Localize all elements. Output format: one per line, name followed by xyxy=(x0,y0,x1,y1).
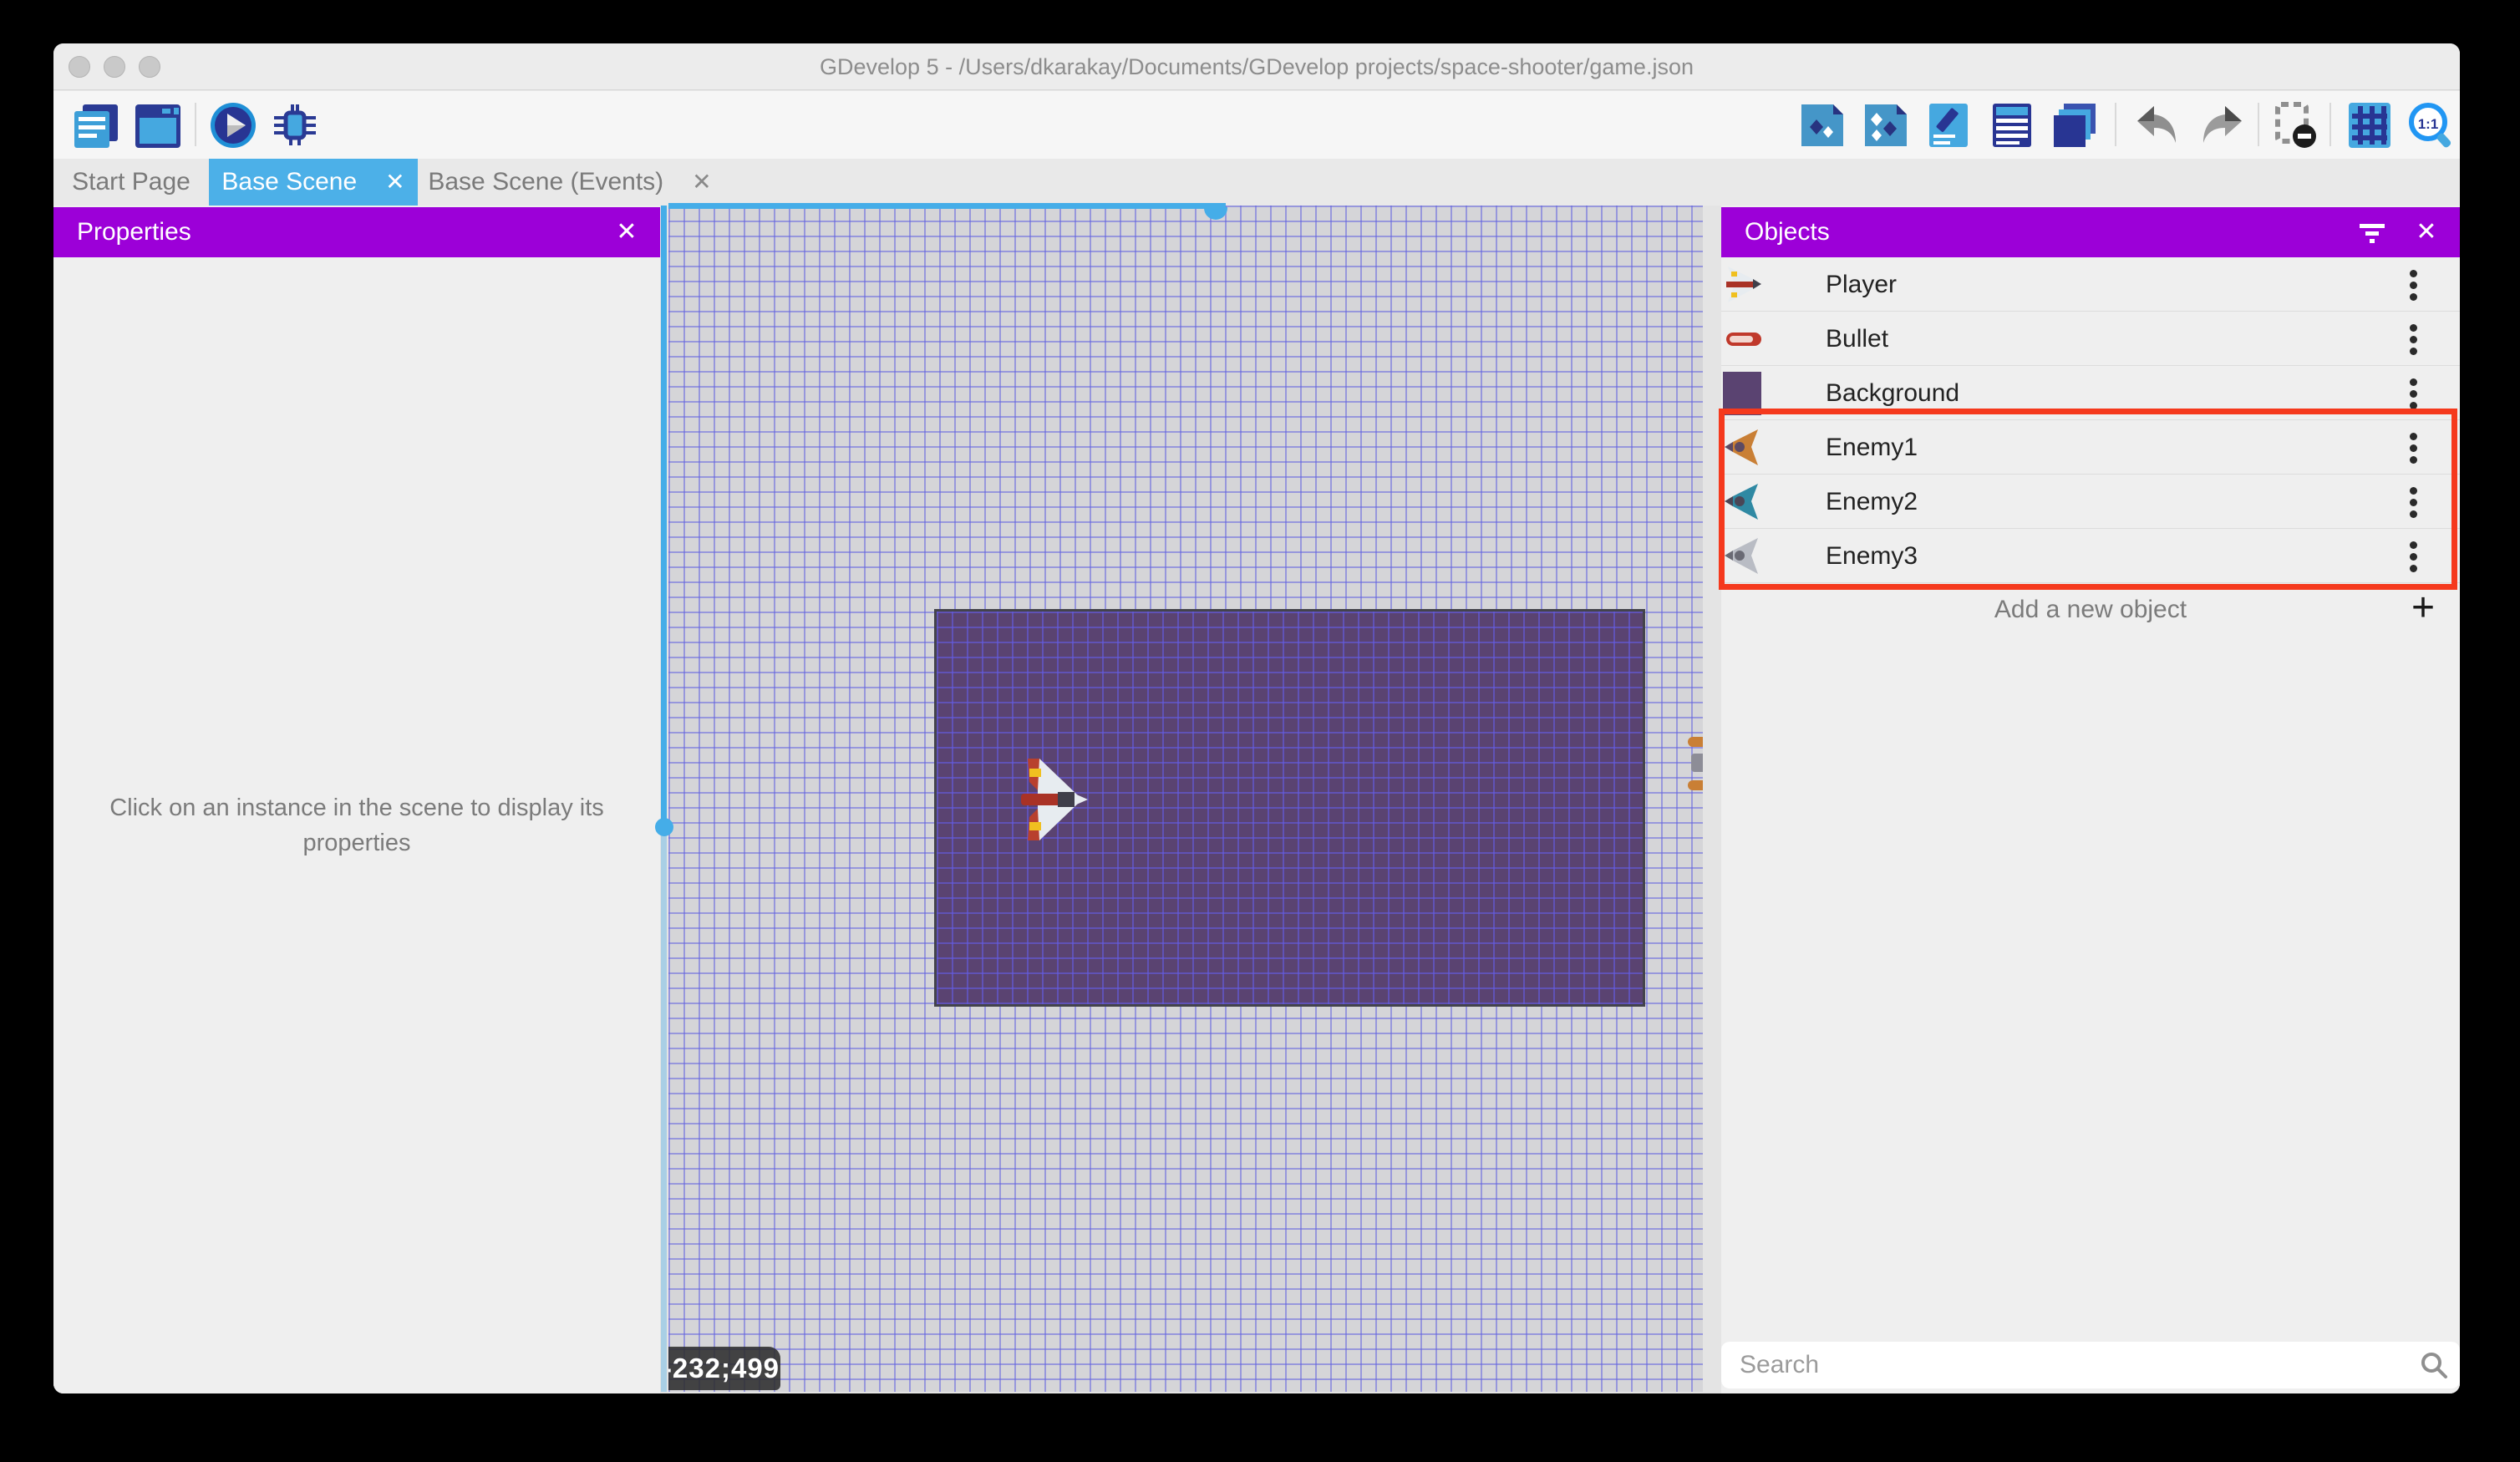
play-icon[interactable] xyxy=(207,101,259,150)
start-page-icon[interactable] xyxy=(132,101,184,150)
search-icon xyxy=(2420,1351,2448,1379)
cursor-coordinates-badge: -232;499 xyxy=(668,1347,780,1390)
panel-title: Properties xyxy=(77,218,191,246)
main-toolbar: 1:1 xyxy=(53,91,2460,159)
object-row-enemy3[interactable]: Enemy3 xyxy=(1721,529,2460,583)
close-panel-icon[interactable]: ✕ xyxy=(612,207,642,257)
enemy3-thumbnail-icon xyxy=(1723,533,1766,579)
object-row-enemy1[interactable]: Enemy1 xyxy=(1721,420,2460,475)
kebab-menu-icon[interactable] xyxy=(2396,537,2430,575)
close-tab-icon[interactable]: ✕ xyxy=(385,159,404,206)
enemy2-thumbnail-icon xyxy=(1723,479,1766,525)
window-title: GDevelop 5 - /Users/dkarakay/Documents/G… xyxy=(53,43,2460,90)
editor-tabs: Start Page Base Scene ✕ Base Scene (Event… xyxy=(53,159,2460,206)
properties-panel: Properties ✕ Click on an instance in the… xyxy=(53,206,660,1393)
objects-header: Objects ✕ xyxy=(1721,207,2460,257)
tab-base-scene-events[interactable]: Base Scene (Events) ✕ xyxy=(418,159,722,206)
object-label: Background xyxy=(1826,366,1959,420)
object-label: Enemy3 xyxy=(1826,529,1918,583)
undo-icon[interactable] xyxy=(2129,101,2187,150)
project-manager-icon[interactable] xyxy=(71,101,123,150)
selection-edge-left-faded xyxy=(661,827,667,1392)
panel-title: Objects xyxy=(1745,218,1830,246)
search-input[interactable] xyxy=(1738,1342,2390,1388)
object-label: Enemy1 xyxy=(1826,420,1918,475)
add-object-label: Add a new object xyxy=(1721,585,2460,635)
object-search[interactable] xyxy=(1721,1342,2460,1388)
zoom-original-icon[interactable]: 1:1 xyxy=(2405,101,2456,150)
selection-edge-left xyxy=(661,206,667,827)
toolbar-divider xyxy=(195,103,196,146)
player-thumbnail-icon xyxy=(1723,261,1766,307)
objects-panel: Objects ✕ Player Bullet Background xyxy=(1721,206,2460,1393)
redo-icon[interactable] xyxy=(2192,101,2250,150)
bullet-thumbnail-icon xyxy=(1723,316,1766,362)
kebab-menu-icon[interactable] xyxy=(2396,429,2430,466)
main-area: Properties ✕ Click on an instance in the… xyxy=(53,206,2460,1393)
grid-icon[interactable] xyxy=(2344,101,2396,150)
tab-label: Base Scene xyxy=(221,168,357,195)
background-thumbnail-icon xyxy=(1723,370,1766,416)
toolbar-divider xyxy=(2329,103,2331,146)
object-row-bullet[interactable]: Bullet xyxy=(1721,312,2460,366)
object-label: Player xyxy=(1826,257,1897,312)
title-bar: GDevelop 5 - /Users/dkarakay/Documents/G… xyxy=(53,43,2460,90)
app-window: GDevelop 5 - /Users/dkarakay/Documents/G… xyxy=(53,43,2460,1393)
objects-list: Player Bullet Background Enemy1 Enemy2 E… xyxy=(1721,257,2460,583)
tab-base-scene[interactable]: Base Scene ✕ xyxy=(209,159,418,206)
properties-header: Properties ✕ xyxy=(53,207,660,257)
kebab-menu-icon[interactable] xyxy=(2396,266,2430,303)
toolbar-divider xyxy=(2258,103,2259,146)
close-panel-icon[interactable]: ✕ xyxy=(2411,207,2441,257)
enemy-edge-sprite xyxy=(1691,754,1703,772)
kebab-menu-icon[interactable] xyxy=(2396,483,2430,520)
tab-label: Base Scene (Events) xyxy=(428,168,663,195)
object-groups-icon[interactable] xyxy=(1860,101,1912,150)
close-tab-icon[interactable]: ✕ xyxy=(692,159,711,206)
layers-editor-icon[interactable] xyxy=(2049,101,2101,150)
kebab-menu-icon[interactable] xyxy=(2396,374,2430,412)
enemy-edge-sprite xyxy=(1688,737,1703,747)
object-row-background[interactable]: Background xyxy=(1721,366,2460,420)
object-row-player[interactable]: Player xyxy=(1721,257,2460,312)
properties-editor-icon[interactable] xyxy=(1923,101,1974,150)
plus-icon[interactable]: + xyxy=(2411,585,2435,635)
filter-icon[interactable] xyxy=(2358,219,2386,246)
objects-editor-icon[interactable] xyxy=(1796,101,1848,150)
svg-text:1:1: 1:1 xyxy=(2418,116,2439,132)
render-mask-icon[interactable] xyxy=(2269,101,2321,150)
toolbar-divider xyxy=(2115,103,2116,146)
scene-canvas[interactable]: -232;499 xyxy=(668,206,1703,1392)
object-row-enemy2[interactable]: Enemy2 xyxy=(1721,475,2460,529)
enemy1-thumbnail-icon xyxy=(1723,424,1766,470)
selection-resize-handle[interactable] xyxy=(655,818,673,836)
selection-edge-top xyxy=(668,203,1226,209)
tab-start-page[interactable]: Start Page xyxy=(53,159,209,206)
add-object-row[interactable]: Add a new object + xyxy=(1721,585,2460,635)
tab-label: Start Page xyxy=(72,168,191,195)
object-label: Enemy2 xyxy=(1826,475,1918,529)
player-ship-sprite[interactable] xyxy=(1019,757,1090,842)
enemy-edge-sprite xyxy=(1688,780,1703,790)
debugger-icon[interactable] xyxy=(269,101,321,150)
instances-list-icon[interactable] xyxy=(1986,101,2038,150)
object-label: Bullet xyxy=(1826,312,1888,366)
kebab-menu-icon[interactable] xyxy=(2396,320,2430,358)
properties-empty-message: Click on an instance in the scene to dis… xyxy=(106,790,607,860)
